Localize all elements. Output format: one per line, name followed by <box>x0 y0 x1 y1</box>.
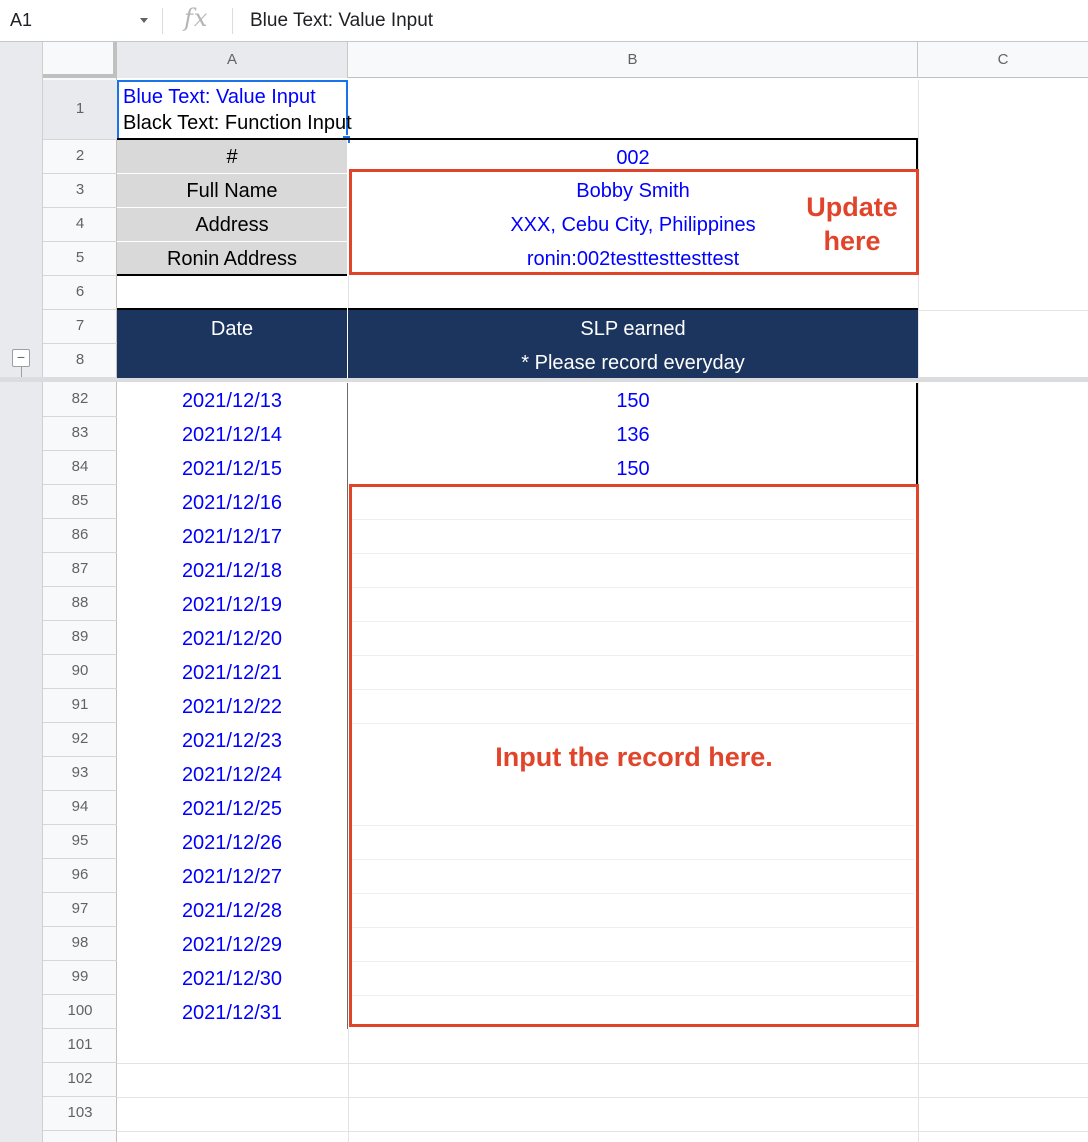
date-cell[interactable]: 2021/12/23 <box>117 723 347 757</box>
row-header[interactable]: 1 <box>43 80 117 140</box>
row-header[interactable]: 5 <box>43 242 117 276</box>
row-header[interactable]: 93 <box>43 757 117 791</box>
gridline <box>117 1097 1088 1098</box>
cell-full-name-label[interactable]: Full Name <box>117 174 347 208</box>
update-here-line2: here <box>823 226 881 256</box>
header-date: Date <box>210 318 254 340</box>
update-here-label: Update here <box>790 190 914 258</box>
header-divider <box>347 308 348 378</box>
row-header[interactable]: 94 <box>43 791 117 825</box>
date-cell[interactable]: 2021/12/16 <box>117 485 347 519</box>
row-header[interactable]: 88 <box>43 587 117 621</box>
row-header[interactable]: 89 <box>43 621 117 655</box>
row-header[interactable]: 95 <box>43 825 117 859</box>
cell-address-label[interactable]: Address <box>117 208 347 242</box>
row-header[interactable]: 82 <box>43 383 117 417</box>
row-header[interactable]: 85 <box>43 485 117 519</box>
row-header[interactable]: 4 <box>43 208 117 242</box>
formula-input[interactable]: Blue Text: Value Input <box>250 10 433 32</box>
slp-cell[interactable]: 150 <box>348 451 918 485</box>
date-cell[interactable]: 2021/12/14 <box>117 417 347 451</box>
date-cell[interactable]: 2021/12/15 <box>117 451 347 485</box>
row-header[interactable]: 102 <box>43 1063 117 1097</box>
row-header[interactable]: 97 <box>43 893 117 927</box>
row-header[interactable]: 98 <box>43 927 117 961</box>
header-date-cell[interactable]: Date <box>117 308 347 378</box>
gridline <box>117 1131 1088 1132</box>
formula-bar: A1 fx Blue Text: Value Input <box>0 0 1088 42</box>
group-bracket <box>21 367 22 377</box>
header-slp: SLP earned <box>580 318 686 340</box>
row-header[interactable]: 100 <box>43 995 117 1029</box>
header-note: * Please record everyday <box>521 352 745 374</box>
row-header[interactable]: 99 <box>43 961 117 995</box>
legend-black-text: Black Text: Function Input <box>123 112 352 134</box>
gridline <box>348 1029 349 1142</box>
row-header[interactable]: 7 <box>43 310 117 344</box>
row-header[interactable]: 84 <box>43 451 117 485</box>
chevron-down-icon[interactable] <box>140 18 148 23</box>
date-cell[interactable]: 2021/12/22 <box>117 689 347 723</box>
fx-icon: fx <box>184 4 209 32</box>
slp-cell[interactable]: 150 <box>348 383 918 417</box>
date-cell[interactable]: 2021/12/27 <box>117 859 347 893</box>
row-header[interactable]: 96 <box>43 859 117 893</box>
date-cell[interactable]: 2021/12/20 <box>117 621 347 655</box>
column-header-c[interactable]: C <box>918 42 1088 78</box>
divider <box>232 8 233 34</box>
row-header[interactable]: 92 <box>43 723 117 757</box>
legend-blue-text: Blue Text: Value Input <box>123 86 316 108</box>
date-cell[interactable]: 2021/12/26 <box>117 825 347 859</box>
slp-cell[interactable]: 136 <box>348 417 918 451</box>
date-cell[interactable]: 2021/12/31 <box>117 995 347 1029</box>
date-cell[interactable]: 2021/12/30 <box>117 961 347 995</box>
gridline <box>117 1063 1088 1064</box>
date-cell[interactable]: 2021/12/29 <box>117 927 347 961</box>
date-cell[interactable]: 2021/12/17 <box>117 519 347 553</box>
date-cell[interactable]: 2021/12/25 <box>117 791 347 825</box>
date-cell[interactable]: 2021/12/18 <box>117 553 347 587</box>
cell-number-label[interactable]: # <box>117 140 347 174</box>
update-here-line1: Update <box>806 192 898 222</box>
column-header-a[interactable]: A <box>117 42 348 78</box>
date-cell[interactable]: 2021/12/24 <box>117 757 347 791</box>
date-cell[interactable]: 2021/12/28 <box>117 893 347 927</box>
date-cell[interactable]: 2021/12/19 <box>117 587 347 621</box>
column-header-b[interactable]: B <box>348 42 918 78</box>
header-slp-cell[interactable]: SLP earned * Please record everyday <box>348 308 918 378</box>
row-header[interactable]: 6 <box>43 276 117 310</box>
row-header[interactable]: 3 <box>43 174 117 208</box>
row-header[interactable]: 91 <box>43 689 117 723</box>
row-group-strip <box>0 78 43 1142</box>
row-header[interactable]: 83 <box>43 417 117 451</box>
input-record-label: Input the record here. <box>495 742 773 772</box>
name-box-value: A1 <box>10 10 33 30</box>
row-header[interactable]: 87 <box>43 553 117 587</box>
row-header[interactable]: 86 <box>43 519 117 553</box>
group-corner <box>0 42 43 78</box>
date-cell[interactable]: 2021/12/21 <box>117 655 347 689</box>
row-header[interactable]: 101 <box>43 1029 117 1063</box>
gridline <box>348 276 349 310</box>
date-cell[interactable]: 2021/12/13 <box>117 383 347 417</box>
row-header[interactable]: 103 <box>43 1097 117 1131</box>
row-header[interactable]: 90 <box>43 655 117 689</box>
name-box[interactable]: A1 <box>0 0 160 42</box>
divider <box>162 8 163 34</box>
row-header[interactable]: 8 <box>43 344 117 378</box>
cell-ronin-label[interactable]: Ronin Address <box>117 242 347 276</box>
row-header[interactable]: 2 <box>43 140 117 174</box>
collapse-group-button[interactable]: − <box>12 349 30 367</box>
